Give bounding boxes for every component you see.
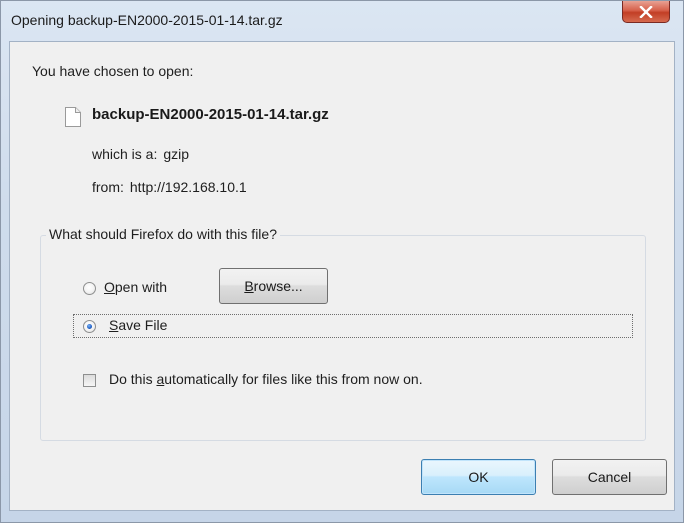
file-type-value: gzip <box>163 146 190 162</box>
save-file-label[interactable]: Save File <box>109 317 167 333</box>
auto-checkbox[interactable] <box>83 374 96 387</box>
dialog-body: You have chosen to open: backup-EN2000-2… <box>9 41 675 511</box>
browse-label-text: rowse... <box>253 278 303 294</box>
open-with-accesskey: O <box>104 279 115 295</box>
browse-accesskey: B <box>244 278 254 294</box>
close-button[interactable] <box>622 1 670 23</box>
close-x-icon <box>639 5 653 18</box>
window-title: Opening backup-EN2000-2015-01-14.tar.gz <box>11 12 283 28</box>
cancel-button[interactable]: Cancel <box>552 459 667 495</box>
document-icon <box>65 107 81 127</box>
file-source-label: from: <box>92 179 124 195</box>
dialog-window: Opening backup-EN2000-2015-01-14.tar.gz … <box>0 0 684 523</box>
file-type-row: which is a: gzip <box>92 146 189 162</box>
action-group-label: What should Firefox do with this file? <box>46 226 280 242</box>
file-type-label: which is a: <box>92 146 158 162</box>
save-file-radio[interactable] <box>83 320 96 333</box>
file-source-row: from: http://192.168.10.1 <box>92 179 247 195</box>
open-with-label-text: pen with <box>114 279 168 295</box>
save-file-accesskey: S <box>109 317 119 333</box>
file-name: backup-EN2000-2015-01-14.tar.gz <box>92 106 329 123</box>
chosen-to-open-label: You have chosen to open: <box>32 63 194 79</box>
file-source-value: http://192.168.10.1 <box>129 179 247 195</box>
title-bar[interactable]: Opening backup-EN2000-2015-01-14.tar.gz <box>1 1 685 41</box>
action-group <box>40 235 646 441</box>
open-with-radio[interactable] <box>83 282 96 295</box>
browse-button[interactable]: Browse... <box>219 268 328 304</box>
auto-checkbox-label[interactable]: Do this automatically for files like thi… <box>109 371 423 387</box>
save-file-label-text: ave File <box>118 317 168 333</box>
open-with-label[interactable]: Open with <box>104 279 167 295</box>
auto-label-after: utomatically for files like this from no… <box>164 371 423 387</box>
ok-button[interactable]: OK <box>421 459 536 495</box>
auto-label-before: Do this <box>109 371 157 387</box>
